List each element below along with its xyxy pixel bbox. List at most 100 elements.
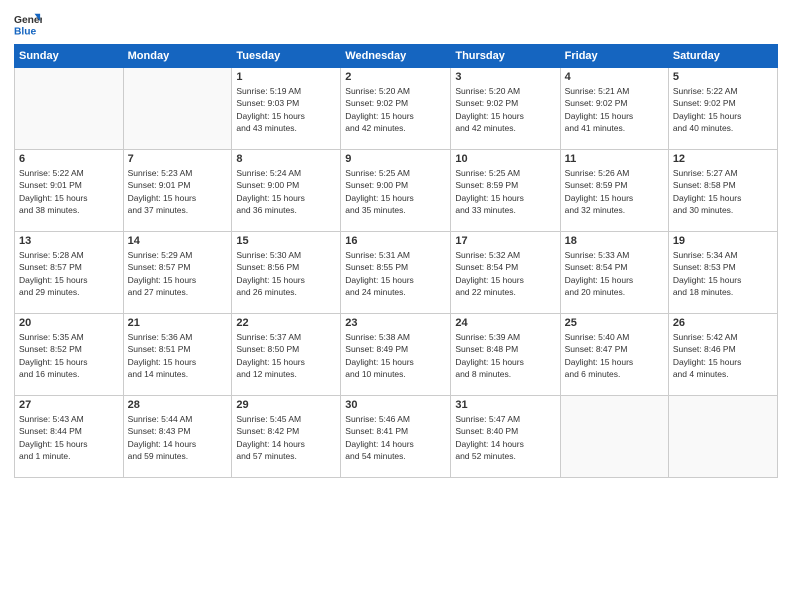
calendar-header-row: SundayMondayTuesdayWednesdayThursdayFrid… <box>15 45 778 68</box>
day-number: 11 <box>565 153 664 165</box>
calendar-cell: 13 Sunrise: 5:28 AM Sunset: 8:57 PM Dayli… <box>15 232 124 314</box>
day-number: 12 <box>673 153 773 165</box>
day-number: 18 <box>565 235 664 247</box>
calendar-table: SundayMondayTuesdayWednesdayThursdayFrid… <box>14 44 778 478</box>
calendar-cell: 14Sunrise: 5:29 AM Sunset: 8:57 PM Dayli… <box>123 232 232 314</box>
calendar-cell: 28Sunrise: 5:44 AM Sunset: 8:43 PM Dayli… <box>123 396 232 478</box>
column-header-friday: Friday <box>560 45 668 68</box>
calendar-cell: 18 Sunrise: 5:33 AM Sunset: 8:54 PM Dayli… <box>560 232 668 314</box>
day-number: 4 <box>565 71 664 83</box>
day-number: 5 <box>673 71 773 83</box>
day-number: 23 <box>345 317 446 329</box>
column-header-thursday: Thursday <box>451 45 560 68</box>
day-number: 24 <box>455 317 555 329</box>
day-info: Sunrise: 5:26 AM Sunset: 8:59 PM Dayligh… <box>565 167 664 216</box>
calendar-cell: 22 Sunrise: 5:37 AM Sunset: 8:50 PM Dayli… <box>232 314 341 396</box>
calendar-cell: 16Sunrise: 5:31 AM Sunset: 8:55 PM Dayli… <box>341 232 451 314</box>
day-number: 20 <box>19 317 119 329</box>
day-number: 19 <box>673 235 773 247</box>
column-header-monday: Monday <box>123 45 232 68</box>
day-number: 22 <box>236 317 336 329</box>
calendar-cell: 24 Sunrise: 5:39 AM Sunset: 8:48 PM Dayli… <box>451 314 560 396</box>
calendar-cell: 19 Sunrise: 5:34 AM Sunset: 8:53 PM Dayli… <box>668 232 777 314</box>
calendar-cell <box>668 396 777 478</box>
calendar-cell <box>560 396 668 478</box>
day-info: Sunrise: 5:36 AM Sunset: 8:51 PM Dayligh… <box>128 331 228 380</box>
day-number: 9 <box>345 153 446 165</box>
calendar-cell: 2Sunrise: 5:20 AM Sunset: 9:02 PM Daylig… <box>341 68 451 150</box>
day-info: Sunrise: 5:43 AM Sunset: 8:44 PM Dayligh… <box>19 413 119 462</box>
column-header-saturday: Saturday <box>668 45 777 68</box>
calendar-cell: 3Sunrise: 5:20 AM Sunset: 9:02 PM Daylig… <box>451 68 560 150</box>
day-info: Sunrise: 5:47 AM Sunset: 8:40 PM Dayligh… <box>455 413 555 462</box>
day-info: Sunrise: 5:31 AM Sunset: 8:55 PM Dayligh… <box>345 249 446 298</box>
day-info: Sunrise: 5:46 AM Sunset: 8:41 PM Dayligh… <box>345 413 446 462</box>
day-number: 25 <box>565 317 664 329</box>
day-number: 21 <box>128 317 228 329</box>
day-number: 17 <box>455 235 555 247</box>
day-info: Sunrise: 5:32 AM Sunset: 8:54 PM Dayligh… <box>455 249 555 298</box>
day-info: Sunrise: 5:39 AM Sunset: 8:48 PM Dayligh… <box>455 331 555 380</box>
day-number: 8 <box>236 153 336 165</box>
page-header: General Blue <box>14 10 778 38</box>
calendar-week-2: 6 Sunrise: 5:22 AM Sunset: 9:01 PM Daylig… <box>15 150 778 232</box>
day-info: Sunrise: 5:34 AM Sunset: 8:53 PM Dayligh… <box>673 249 773 298</box>
calendar-cell: 10Sunrise: 5:25 AM Sunset: 8:59 PM Dayli… <box>451 150 560 232</box>
day-info: Sunrise: 5:33 AM Sunset: 8:54 PM Dayligh… <box>565 249 664 298</box>
day-number: 26 <box>673 317 773 329</box>
calendar-cell: 30 Sunrise: 5:46 AM Sunset: 8:41 PM Dayli… <box>341 396 451 478</box>
calendar-cell: 11 Sunrise: 5:26 AM Sunset: 8:59 PM Dayli… <box>560 150 668 232</box>
calendar-cell: 25Sunrise: 5:40 AM Sunset: 8:47 PM Dayli… <box>560 314 668 396</box>
calendar-cell: 21 Sunrise: 5:36 AM Sunset: 8:51 PM Dayli… <box>123 314 232 396</box>
day-number: 31 <box>455 399 555 411</box>
column-header-tuesday: Tuesday <box>232 45 341 68</box>
day-info: Sunrise: 5:35 AM Sunset: 8:52 PM Dayligh… <box>19 331 119 380</box>
calendar-cell: 9 Sunrise: 5:25 AM Sunset: 9:00 PM Daylig… <box>341 150 451 232</box>
calendar-cell: 23 Sunrise: 5:38 AM Sunset: 8:49 PM Dayli… <box>341 314 451 396</box>
calendar-cell: 29 Sunrise: 5:45 AM Sunset: 8:42 PM Dayli… <box>232 396 341 478</box>
day-number: 29 <box>236 399 336 411</box>
day-info: Sunrise: 5:45 AM Sunset: 8:42 PM Dayligh… <box>236 413 336 462</box>
calendar-cell: 6 Sunrise: 5:22 AM Sunset: 9:01 PM Daylig… <box>15 150 124 232</box>
calendar-cell: 5 Sunrise: 5:22 AM Sunset: 9:02 PM Daylig… <box>668 68 777 150</box>
day-number: 27 <box>19 399 119 411</box>
day-info: Sunrise: 5:29 AM Sunset: 8:57 PM Dayligh… <box>128 249 228 298</box>
calendar-cell <box>123 68 232 150</box>
day-info: Sunrise: 5:24 AM Sunset: 9:00 PM Dayligh… <box>236 167 336 216</box>
day-number: 15 <box>236 235 336 247</box>
day-number: 28 <box>128 399 228 411</box>
day-info: Sunrise: 5:37 AM Sunset: 8:50 PM Dayligh… <box>236 331 336 380</box>
calendar-week-3: 13 Sunrise: 5:28 AM Sunset: 8:57 PM Dayli… <box>15 232 778 314</box>
day-info: Sunrise: 5:38 AM Sunset: 8:49 PM Dayligh… <box>345 331 446 380</box>
calendar-cell <box>15 68 124 150</box>
day-info: Sunrise: 5:22 AM Sunset: 9:02 PM Dayligh… <box>673 85 773 134</box>
calendar-cell: 20 Sunrise: 5:35 AM Sunset: 8:52 PM Dayli… <box>15 314 124 396</box>
day-number: 6 <box>19 153 119 165</box>
svg-text:Blue: Blue <box>14 26 37 37</box>
day-number: 3 <box>455 71 555 83</box>
day-number: 30 <box>345 399 446 411</box>
calendar-week-1: 1 Sunrise: 5:19 AM Sunset: 9:03 PM Daylig… <box>15 68 778 150</box>
day-info: Sunrise: 5:23 AM Sunset: 9:01 PM Dayligh… <box>128 167 228 216</box>
calendar-cell: 15Sunrise: 5:30 AM Sunset: 8:56 PM Dayli… <box>232 232 341 314</box>
calendar-cell: 8 Sunrise: 5:24 AM Sunset: 9:00 PM Daylig… <box>232 150 341 232</box>
calendar-week-4: 20 Sunrise: 5:35 AM Sunset: 8:52 PM Dayli… <box>15 314 778 396</box>
calendar-cell: 26Sunrise: 5:42 AM Sunset: 8:46 PM Dayli… <box>668 314 777 396</box>
calendar-cell: 27 Sunrise: 5:43 AM Sunset: 8:44 PM Dayli… <box>15 396 124 478</box>
day-info: Sunrise: 5:25 AM Sunset: 8:59 PM Dayligh… <box>455 167 555 216</box>
day-info: Sunrise: 5:25 AM Sunset: 9:00 PM Dayligh… <box>345 167 446 216</box>
day-number: 7 <box>128 153 228 165</box>
day-info: Sunrise: 5:22 AM Sunset: 9:01 PM Dayligh… <box>19 167 119 216</box>
calendar-week-5: 27 Sunrise: 5:43 AM Sunset: 8:44 PM Dayli… <box>15 396 778 478</box>
day-info: Sunrise: 5:19 AM Sunset: 9:03 PM Dayligh… <box>236 85 336 134</box>
calendar-cell: 17 Sunrise: 5:32 AM Sunset: 8:54 PM Dayli… <box>451 232 560 314</box>
day-number: 2 <box>345 71 446 83</box>
calendar-cell: 1 Sunrise: 5:19 AM Sunset: 9:03 PM Daylig… <box>232 68 341 150</box>
day-number: 13 <box>19 235 119 247</box>
day-info: Sunrise: 5:28 AM Sunset: 8:57 PM Dayligh… <box>19 249 119 298</box>
day-number: 1 <box>236 71 336 83</box>
calendar-cell: 7 Sunrise: 5:23 AM Sunset: 9:01 PM Daylig… <box>123 150 232 232</box>
day-info: Sunrise: 5:21 AM Sunset: 9:02 PM Dayligh… <box>565 85 664 134</box>
day-info: Sunrise: 5:27 AM Sunset: 8:58 PM Dayligh… <box>673 167 773 216</box>
calendar-cell: 12 Sunrise: 5:27 AM Sunset: 8:58 PM Dayli… <box>668 150 777 232</box>
